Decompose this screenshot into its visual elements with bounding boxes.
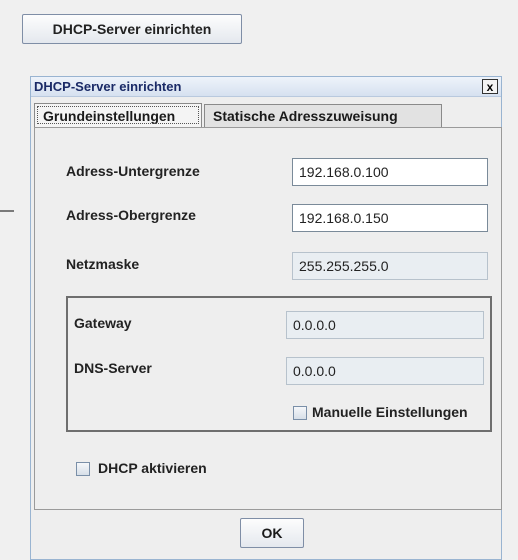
gateway-field: 0.0.0.0 xyxy=(286,311,484,339)
gateway-label: Gateway xyxy=(74,315,132,331)
lower-address-label: Adress-Untergrenze xyxy=(66,163,200,179)
dhcp-server-launch-button[interactable]: DHCP-Server einrichten xyxy=(22,14,242,44)
dhcp-enable-checkbox[interactable] xyxy=(76,462,90,476)
dialog-titlebar[interactable]: DHCP-Server einrichten x xyxy=(31,77,501,97)
lower-address-input[interactable]: 192.168.0.100 xyxy=(292,158,488,186)
dhcp-enable-label[interactable]: DHCP aktivieren xyxy=(98,460,207,476)
netmask-field: 255.255.255.0 xyxy=(292,252,488,280)
close-icon[interactable]: x xyxy=(482,79,498,94)
netmask-label: Netzmaske xyxy=(66,256,140,272)
manual-settings-label[interactable]: Manuelle Einstellungen xyxy=(312,404,468,420)
dialog-title: DHCP-Server einrichten xyxy=(34,79,182,94)
tab-statische-adresszuweisung[interactable]: Statische Adresszuweisung xyxy=(204,104,442,127)
background-separator xyxy=(0,210,14,212)
ok-button[interactable]: OK xyxy=(240,518,304,548)
tab-grundeinstellungen[interactable]: Grundeinstellungen xyxy=(34,103,202,127)
dns-server-label: DNS-Server xyxy=(74,360,152,376)
upper-address-label: Adress-Obergrenze xyxy=(66,207,196,223)
manual-settings-checkbox[interactable] xyxy=(293,406,307,420)
dns-server-field: 0.0.0.0 xyxy=(286,357,484,385)
upper-address-input[interactable]: 192.168.0.150 xyxy=(292,204,488,232)
